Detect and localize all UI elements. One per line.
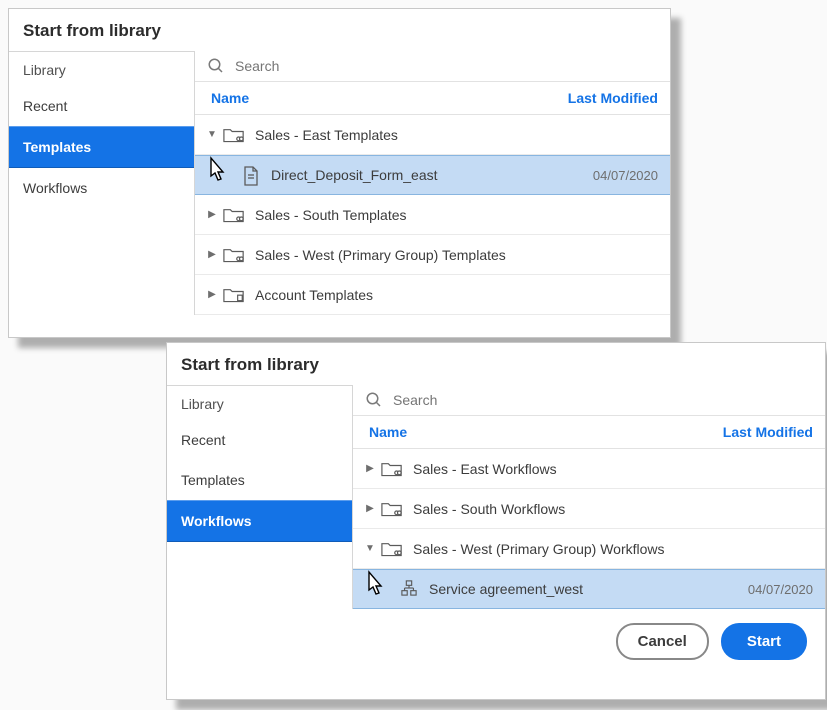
caret-right-icon[interactable]: ▶ xyxy=(207,209,217,220)
sidebar-heading: Library xyxy=(167,386,352,420)
folder-label: Sales - South Templates xyxy=(255,207,658,223)
folder-row[interactable]: ▶ Sales - South Workflows xyxy=(353,489,825,529)
folder-people-icon xyxy=(223,126,245,144)
folder-label: Account Templates xyxy=(255,287,658,303)
column-modified[interactable]: Last Modified xyxy=(723,424,813,440)
workflow-icon xyxy=(401,580,417,598)
main-panel: Name Last Modified ▼ Sales - East Templa… xyxy=(195,51,670,315)
dialog-title: Start from library xyxy=(9,9,670,51)
search-input[interactable] xyxy=(235,58,658,74)
folder-row[interactable]: ▶ Sales - South Templates xyxy=(195,195,670,235)
sidebar-item-workflows[interactable]: Workflows xyxy=(9,168,194,208)
folder-people-icon xyxy=(381,500,403,518)
item-row-selected[interactable]: Direct_Deposit_Form_east 04/07/2020 xyxy=(195,155,670,195)
main-panel: Name Last Modified ▶ Sales - East Workfl… xyxy=(353,385,825,609)
library-dialog-workflows: Start from library Library Recent Templa… xyxy=(166,342,826,700)
item-date: 04/07/2020 xyxy=(593,168,658,183)
sidebar-item-recent[interactable]: Recent xyxy=(9,86,194,126)
sidebar: Library Recent Templates Workflows xyxy=(167,385,353,609)
caret-right-icon[interactable]: ▶ xyxy=(365,503,375,514)
folder-row[interactable]: ▶ Sales - West (Primary Group) Templates xyxy=(195,235,670,275)
caret-down-icon[interactable]: ▼ xyxy=(207,129,217,140)
dialog-footer: Cancel Start xyxy=(167,609,825,660)
folder-people-icon xyxy=(381,460,403,478)
sidebar: Library Recent Templates Workflows xyxy=(9,51,195,315)
folder-people-icon xyxy=(223,206,245,224)
cancel-button[interactable]: Cancel xyxy=(616,623,709,660)
column-headers: Name Last Modified xyxy=(195,82,670,115)
folder-org-icon xyxy=(223,286,245,304)
tree: ▶ Sales - East Workflows ▶ Sales - South… xyxy=(353,449,825,609)
sidebar-item-recent[interactable]: Recent xyxy=(167,420,352,460)
item-label: Direct_Deposit_Form_east xyxy=(271,167,593,183)
column-modified[interactable]: Last Modified xyxy=(568,90,658,106)
caret-right-icon[interactable]: ▶ xyxy=(365,463,375,474)
start-button[interactable]: Start xyxy=(721,623,807,660)
search-input[interactable] xyxy=(393,392,813,408)
folder-label: Sales - East Templates xyxy=(255,127,658,143)
document-icon xyxy=(243,166,259,184)
dialog-title: Start from library xyxy=(167,343,825,385)
sidebar-heading: Library xyxy=(9,52,194,86)
search-row xyxy=(195,51,670,82)
caret-right-icon[interactable]: ▶ xyxy=(207,289,217,300)
item-row-selected[interactable]: Service agreement_west 04/07/2020 xyxy=(353,569,825,609)
library-dialog-templates: Start from library Library Recent Templa… xyxy=(8,8,671,338)
caret-down-icon[interactable]: ▼ xyxy=(365,543,375,554)
sidebar-item-workflows[interactable]: Workflows xyxy=(167,500,352,542)
column-headers: Name Last Modified xyxy=(353,416,825,449)
search-row xyxy=(353,385,825,416)
folder-label: Sales - East Workflows xyxy=(413,461,813,477)
folder-row[interactable]: ▶ Account Templates xyxy=(195,275,670,315)
folder-people-icon xyxy=(381,540,403,558)
column-name[interactable]: Name xyxy=(369,424,407,440)
search-icon xyxy=(207,57,225,75)
sidebar-item-templates[interactable]: Templates xyxy=(9,126,194,168)
caret-right-icon[interactable]: ▶ xyxy=(207,249,217,260)
folder-row[interactable]: ▼ Sales - East Templates xyxy=(195,115,670,155)
folder-row[interactable]: ▶ Sales - East Workflows xyxy=(353,449,825,489)
search-icon xyxy=(365,391,383,409)
folder-people-icon xyxy=(223,246,245,264)
sidebar-item-templates[interactable]: Templates xyxy=(167,460,352,500)
column-name[interactable]: Name xyxy=(211,90,249,106)
item-date: 04/07/2020 xyxy=(748,582,813,597)
tree: ▼ Sales - East Templates Direct_Deposit_… xyxy=(195,115,670,315)
folder-label: Sales - West (Primary Group) Templates xyxy=(255,247,658,263)
folder-label: Sales - South Workflows xyxy=(413,501,813,517)
item-label: Service agreement_west xyxy=(429,581,748,597)
folder-label: Sales - West (Primary Group) Workflows xyxy=(413,541,813,557)
folder-row[interactable]: ▼ Sales - West (Primary Group) Workflows xyxy=(353,529,825,569)
